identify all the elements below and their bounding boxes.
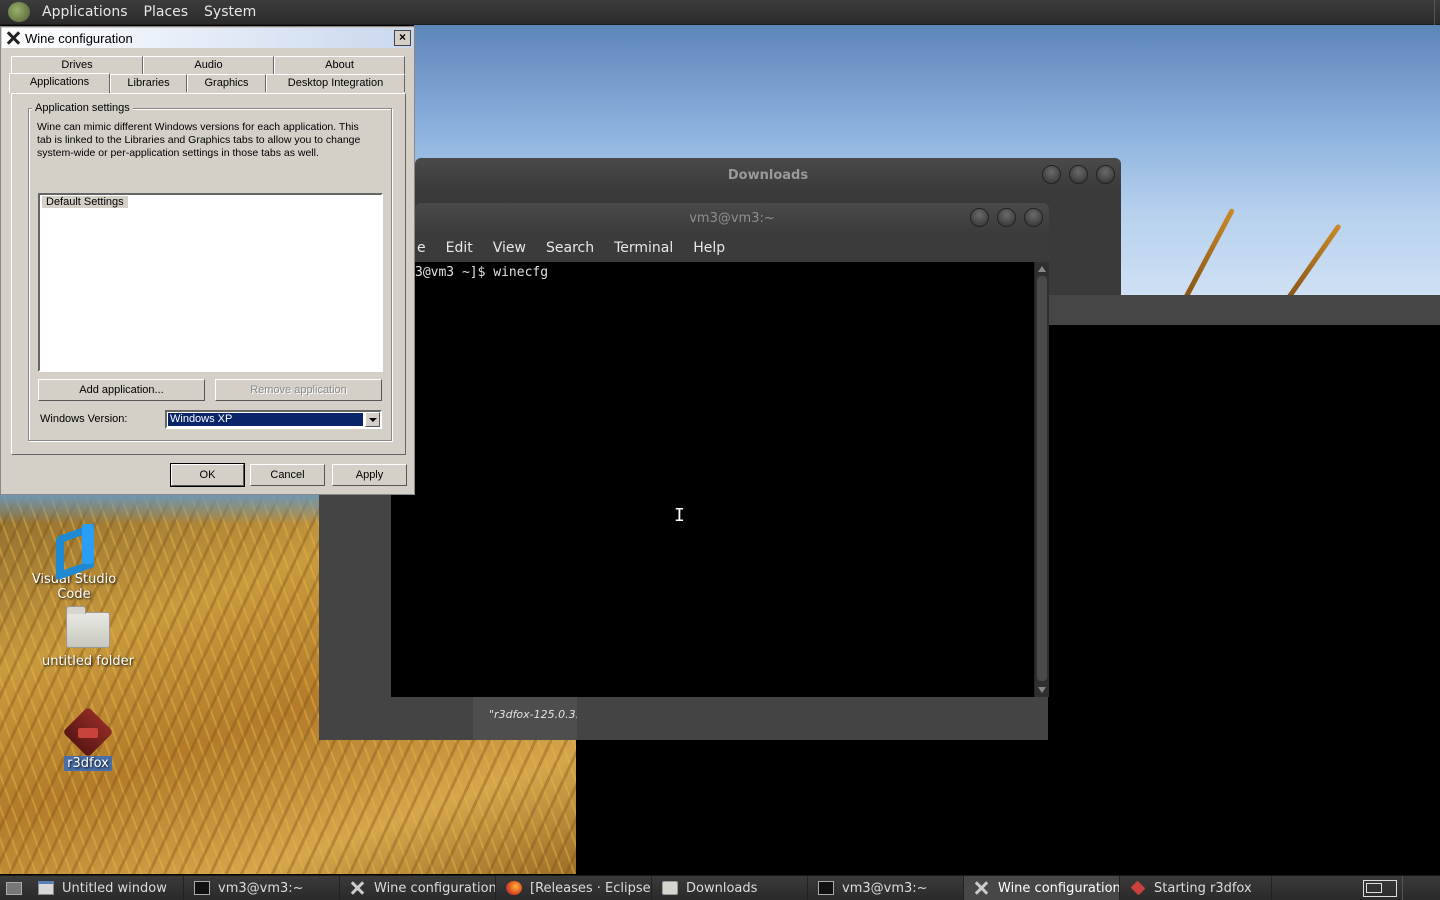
terminal-menubar: e Edit View Search Terminal Help bbox=[391, 233, 1049, 262]
task-starting-r3dfox[interactable]: Starting r3dfox bbox=[1120, 875, 1272, 900]
tab-applications[interactable]: Applications bbox=[9, 73, 110, 93]
tab-desktop-integration[interactable]: Desktop Integration bbox=[266, 74, 405, 92]
r3dfox-icon bbox=[1130, 880, 1146, 896]
menu-places[interactable]: Places bbox=[136, 4, 197, 20]
terminal-screen[interactable]: 3@vm3 ~]$ winecfg bbox=[391, 262, 1034, 697]
menu-search[interactable]: Search bbox=[536, 240, 604, 256]
cancel-button[interactable]: Cancel bbox=[250, 464, 325, 486]
folder-icon bbox=[66, 606, 110, 648]
wine-config-dialog: Wine configuration × Drives Audio About … bbox=[0, 26, 415, 495]
menu-terminal[interactable]: Terminal bbox=[604, 240, 683, 256]
wine-icon bbox=[974, 881, 990, 895]
terminal-icon bbox=[818, 881, 834, 895]
task-wine-configuration[interactable]: Wine configuration bbox=[340, 875, 496, 900]
wallpaper-meadow-top bbox=[0, 494, 320, 524]
maximize-button[interactable] bbox=[997, 208, 1016, 227]
minimize-button[interactable] bbox=[970, 208, 989, 227]
tab-about[interactable]: About bbox=[274, 56, 405, 74]
wine-icon bbox=[350, 881, 366, 895]
close-button[interactable] bbox=[1096, 165, 1115, 184]
windows-version-label: Windows Version: bbox=[40, 413, 128, 425]
group-title: Application settings bbox=[32, 102, 133, 114]
windows-version-value: Windows XP bbox=[167, 412, 364, 427]
minimize-button[interactable] bbox=[1042, 165, 1061, 184]
windows-version-select[interactable]: Windows XP bbox=[165, 410, 382, 429]
tab-libraries[interactable]: Libraries bbox=[110, 74, 187, 92]
menu-applications[interactable]: Applications bbox=[34, 4, 136, 20]
terminal-window: vm3@vm3:~ e Edit View Search Terminal He… bbox=[391, 203, 1049, 697]
dialog-title: Wine configuration bbox=[25, 30, 133, 46]
window-title: Downloads bbox=[727, 167, 809, 183]
terminal-line: 3@vm3 ~]$ winecfg bbox=[415, 265, 549, 280]
applications-tab-panel: Application settings Wine can mimic diff… bbox=[11, 93, 406, 455]
task-label: Wine configuration bbox=[374, 880, 496, 896]
task-label: [Releases · Eclipse... bbox=[530, 880, 652, 896]
desktop-icon-label: Visual Studio Code bbox=[31, 572, 117, 602]
workspace-icon bbox=[1363, 879, 1397, 897]
ok-button[interactable]: OK bbox=[170, 463, 245, 487]
terminal-titlebar[interactable]: vm3@vm3:~ bbox=[415, 203, 1049, 233]
vscode-icon bbox=[52, 522, 96, 566]
show-desktop-icon bbox=[6, 881, 22, 895]
terminal-scrollbar[interactable] bbox=[1034, 262, 1049, 697]
window-title: vm3@vm3:~ bbox=[689, 210, 775, 226]
desktop-icon-r3dfox[interactable]: r3dfox bbox=[28, 710, 148, 771]
task-label: vm3@vm3:~ bbox=[842, 880, 928, 896]
tab-drives[interactable]: Drives bbox=[11, 56, 143, 74]
scroll-up-icon[interactable] bbox=[1038, 266, 1046, 272]
wine-tools-icon bbox=[5, 30, 21, 46]
description-text: Wine can mimic different Windows version… bbox=[37, 121, 361, 159]
workspace-switcher[interactable] bbox=[1358, 876, 1402, 900]
remove-application-button[interactable]: Remove application bbox=[215, 379, 382, 401]
menu-view[interactable]: View bbox=[483, 240, 536, 256]
desktop-icon-label: untitled folder bbox=[41, 654, 134, 669]
task-terminal[interactable]: vm3@vm3:~ bbox=[184, 875, 340, 900]
tray-end bbox=[1402, 875, 1440, 900]
folder-icon bbox=[662, 881, 678, 895]
task-label: Starting r3dfox bbox=[1154, 880, 1252, 896]
scroll-down-icon[interactable] bbox=[1038, 687, 1046, 693]
task-firefox[interactable]: [Releases · Eclipse... bbox=[496, 875, 652, 900]
desktop-icon-vscode[interactable]: Visual Studio Code bbox=[14, 522, 134, 602]
chevron-down-icon[interactable] bbox=[365, 412, 380, 427]
window-icon bbox=[38, 881, 54, 895]
wine-titlebar[interactable]: Wine configuration × bbox=[2, 28, 413, 48]
maximize-button[interactable] bbox=[1069, 165, 1088, 184]
file-item-label[interactable]: "r3dfox-125.0.3.e bbox=[473, 696, 577, 740]
top-panel: Applications Places System bbox=[0, 0, 1440, 25]
close-button[interactable] bbox=[1024, 208, 1043, 227]
downloads-titlebar[interactable]: Downloads bbox=[415, 158, 1121, 192]
task-terminal[interactable]: vm3@vm3:~ bbox=[808, 875, 964, 900]
task-untitled-window[interactable]: Untitled window bbox=[28, 875, 184, 900]
task-label: Wine configuration bbox=[998, 880, 1120, 896]
distro-logo-icon[interactable] bbox=[8, 2, 30, 22]
close-button[interactable]: × bbox=[394, 30, 411, 46]
downloads-toolbar-strip bbox=[1048, 295, 1440, 325]
task-label: Downloads bbox=[686, 880, 758, 896]
firefox-icon bbox=[506, 881, 522, 895]
taskbar: Untitled window vm3@vm3:~ Wine configura… bbox=[0, 875, 1440, 900]
list-item[interactable]: Default Settings bbox=[42, 196, 128, 208]
r3dfox-icon bbox=[64, 710, 112, 750]
application-list[interactable]: Default Settings bbox=[38, 193, 383, 372]
show-desktop-button[interactable] bbox=[0, 876, 28, 900]
desktop-icon-untitled-folder[interactable]: untitled folder bbox=[28, 606, 148, 669]
menu-system[interactable]: System bbox=[196, 4, 264, 20]
tab-audio[interactable]: Audio bbox=[143, 56, 274, 74]
task-wine-configuration-active[interactable]: Wine configuration bbox=[964, 875, 1120, 900]
terminal-icon bbox=[194, 881, 210, 895]
add-application-button[interactable]: Add application... bbox=[38, 379, 205, 401]
scrollbar-thumb[interactable] bbox=[1037, 276, 1047, 681]
task-label: vm3@vm3:~ bbox=[218, 880, 304, 896]
apply-button[interactable]: Apply bbox=[332, 464, 407, 486]
desktop-icon-label: r3dfox bbox=[64, 756, 112, 771]
tab-graphics[interactable]: Graphics bbox=[187, 74, 266, 92]
menu-help[interactable]: Help bbox=[683, 240, 735, 256]
panel-right-edge bbox=[1434, 0, 1440, 25]
task-downloads[interactable]: Downloads bbox=[652, 875, 808, 900]
task-label: Untitled window bbox=[62, 880, 167, 896]
text-cursor-icon: I bbox=[674, 505, 685, 526]
menu-edit[interactable]: Edit bbox=[436, 240, 483, 256]
